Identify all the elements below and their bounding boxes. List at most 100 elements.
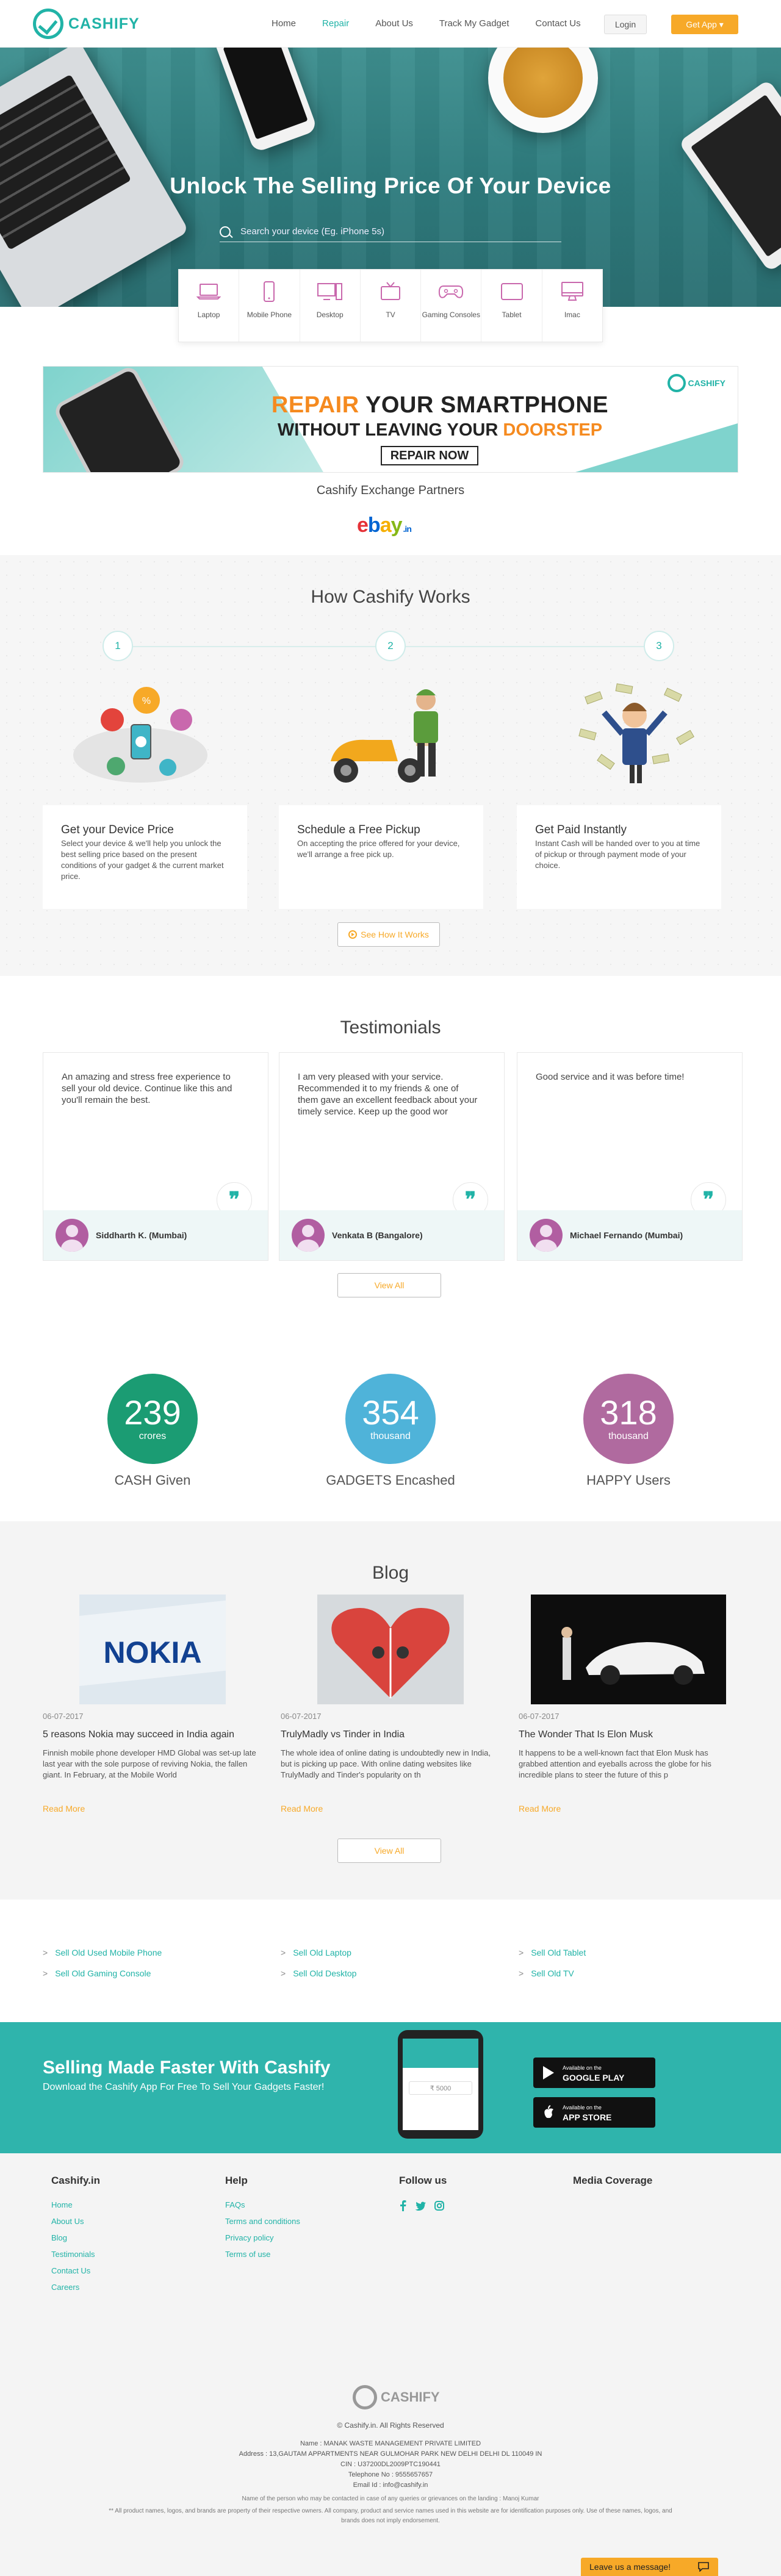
facebook-icon[interactable] [399,2200,406,2211]
testimonial-quote: Good service and it was before time! [536,1072,685,1082]
app-store-button[interactable]: Available on the APP STORE [533,2097,655,2128]
sell-link[interactable]: Sell Old Desktop [281,1968,356,1978]
app-price-display: ₹ 5000 [409,2081,472,2095]
footer-link[interactable]: Terms of use [225,2250,300,2259]
sell-link[interactable]: Sell Old Used Mobile Phone [43,1948,162,1957]
footer-link[interactable]: FAQs [225,2200,300,2209]
category-gaming-consoles[interactable]: Gaming Consoles [421,270,482,342]
stat-value: 354 [362,1393,419,1432]
paid-cash-illustration [561,682,708,789]
category-desktop[interactable]: Desktop [300,270,361,342]
cashify-logo[interactable]: CASHIFY [33,9,140,39]
app-banner-title: Selling Made Faster With Cashify [43,2058,331,2078]
testimonials-view-all-button[interactable]: View All [337,1273,441,1297]
step-number: 3 [644,631,674,661]
device-search [220,221,561,242]
footer-heading: Cashify.in [51,2175,100,2186]
price-illustration: % [67,682,214,789]
footer-link[interactable]: Privacy policy [225,2233,300,2242]
sell-link[interactable]: Sell Old Gaming Console [43,1968,151,1978]
sell-link[interactable]: Sell Old Tablet [519,1948,586,1957]
see-how-it-works-button[interactable]: See How It Works [337,922,440,947]
hero-banner: Unlock The Selling Price Of Your Device [0,48,781,307]
footer-col-cashify: Cashify.in Home About Us Blog Testimonia… [51,2175,100,2299]
footer-link[interactable]: Contact Us [51,2266,100,2275]
get-app-label: Get App [686,20,717,29]
category-mobile-phone[interactable]: Mobile Phone [239,270,300,342]
blog-title[interactable]: 5 reasons Nokia may succeed in India aga… [43,1729,262,1740]
twitter-icon[interactable] [415,2201,426,2211]
step-card: Get your Device Price Select your device… [43,805,247,909]
device-search-input[interactable] [240,226,561,237]
phone-image [213,48,318,153]
footer-link[interactable]: About Us [51,2217,100,2226]
blog-image-nokia[interactable]: NOKIA [79,1595,226,1704]
testimonial-card: An amazing and stress free experience to… [43,1052,268,1261]
blog-excerpt: The whole idea of online dating is undou… [281,1748,491,1779]
play-store-icon [543,2066,554,2079]
repair-promo-banner[interactable]: REPAIR YOUR SMARTPHONE WITHOUT LEAVING Y… [43,366,738,473]
footer-link[interactable]: Careers [51,2283,100,2292]
leave-message-chat-button[interactable]: Leave us a message! [581,2558,718,2576]
nav-track-my-gadget[interactable]: Track My Gadget [439,18,509,29]
promo-cashify-logo: CASHIFY [667,374,725,392]
app-download-banner: Selling Made Faster With Cashify Downloa… [0,2022,781,2153]
footer-link[interactable]: Testimonials [51,2250,100,2259]
blog-image-car[interactable] [531,1595,726,1704]
app-phone-mockup: ₹ 5000 [398,2030,483,2139]
repair-now-button[interactable]: REPAIR NOW [381,446,478,465]
ebay-logo[interactable]: ebay .in [357,514,412,537]
footer-link[interactable]: Terms and conditions [225,2217,300,2226]
stat-unit: thousand [608,1431,649,1441]
company-email: Email Id : info@cashify.in [353,2481,428,2489]
blog-title[interactable]: The Wonder That Is Elon Musk [519,1729,738,1740]
read-more-link[interactable]: Read More [281,1804,323,1814]
stat-gadgets-encashed: 354 thousand GADGETS Encashed [299,1374,482,1488]
instagram-icon[interactable] [434,2201,444,2211]
get-app-button[interactable]: Get App ▾ [671,15,738,34]
section-title: How Cashify Works [311,587,470,607]
desktop-icon [317,281,344,303]
play-icon [348,930,358,939]
login-button[interactable]: Login [604,15,647,34]
testimonial-card: Good service and it was before time! ❞ M… [517,1052,743,1261]
blog-view-all-button[interactable]: View All [337,1839,441,1863]
step-text: Select your device & we'll help you unlo… [61,839,224,881]
nav-repair[interactable]: Repair [322,18,349,29]
site-header: CASHIFY Home Repair About Us Track My Ga… [0,0,781,48]
stat-circle: 239 crores [107,1374,198,1464]
footer-link[interactable]: Blog [51,2233,100,2242]
nav-about-us[interactable]: About Us [375,18,413,29]
chat-label: Leave us a message! [589,2562,671,2572]
category-tv[interactable]: TV [361,270,422,342]
avatar [292,1219,325,1252]
step-title: Get Paid Instantly [535,823,627,836]
testimonial-author: Venkata B (Bangalore) [279,1210,504,1260]
category-laptop[interactable]: Laptop [179,270,240,342]
search-icon[interactable] [220,226,231,237]
category-imac[interactable]: Imac [542,270,602,342]
sell-link[interactable]: Sell Old Laptop [281,1948,351,1957]
hero-title: Unlock The Selling Price Of Your Device [170,173,611,198]
blog-image-heart[interactable] [317,1595,464,1704]
blog-post: 06-07-2017 The Wonder That Is Elon Musk … [519,1595,738,1815]
testimonial-card: I am very pleased with your service. Rec… [279,1052,505,1261]
read-more-link[interactable]: Read More [519,1804,561,1814]
footer-link[interactable]: Home [51,2200,100,2209]
testimonial-author: Siddharth K. (Mumbai) [43,1210,268,1260]
section-title: Testimonials [340,1017,441,1038]
footer-heading: Follow us [399,2175,447,2186]
social-links [399,2200,447,2211]
category-tablet[interactable]: Tablet [481,270,542,342]
blog-title[interactable]: TrulyMadly vs Tinder in India [281,1729,500,1740]
testimonial-author: Michael Fernando (Mumbai) [517,1210,742,1260]
google-play-button[interactable]: Available on the GOOGLE PLAY [533,2058,655,2088]
read-more-link[interactable]: Read More [43,1804,85,1814]
stat-circle: 318 thousand [583,1374,674,1464]
sell-link[interactable]: Sell Old TV [519,1968,574,1978]
step-number: 2 [375,631,406,661]
nav-contact-us[interactable]: Contact Us [535,18,580,29]
footer-col-media: Media Coverage [573,2175,652,2200]
nav-home[interactable]: Home [272,18,296,29]
footer-col-help: Help FAQs Terms and conditions Privacy p… [225,2175,300,2266]
